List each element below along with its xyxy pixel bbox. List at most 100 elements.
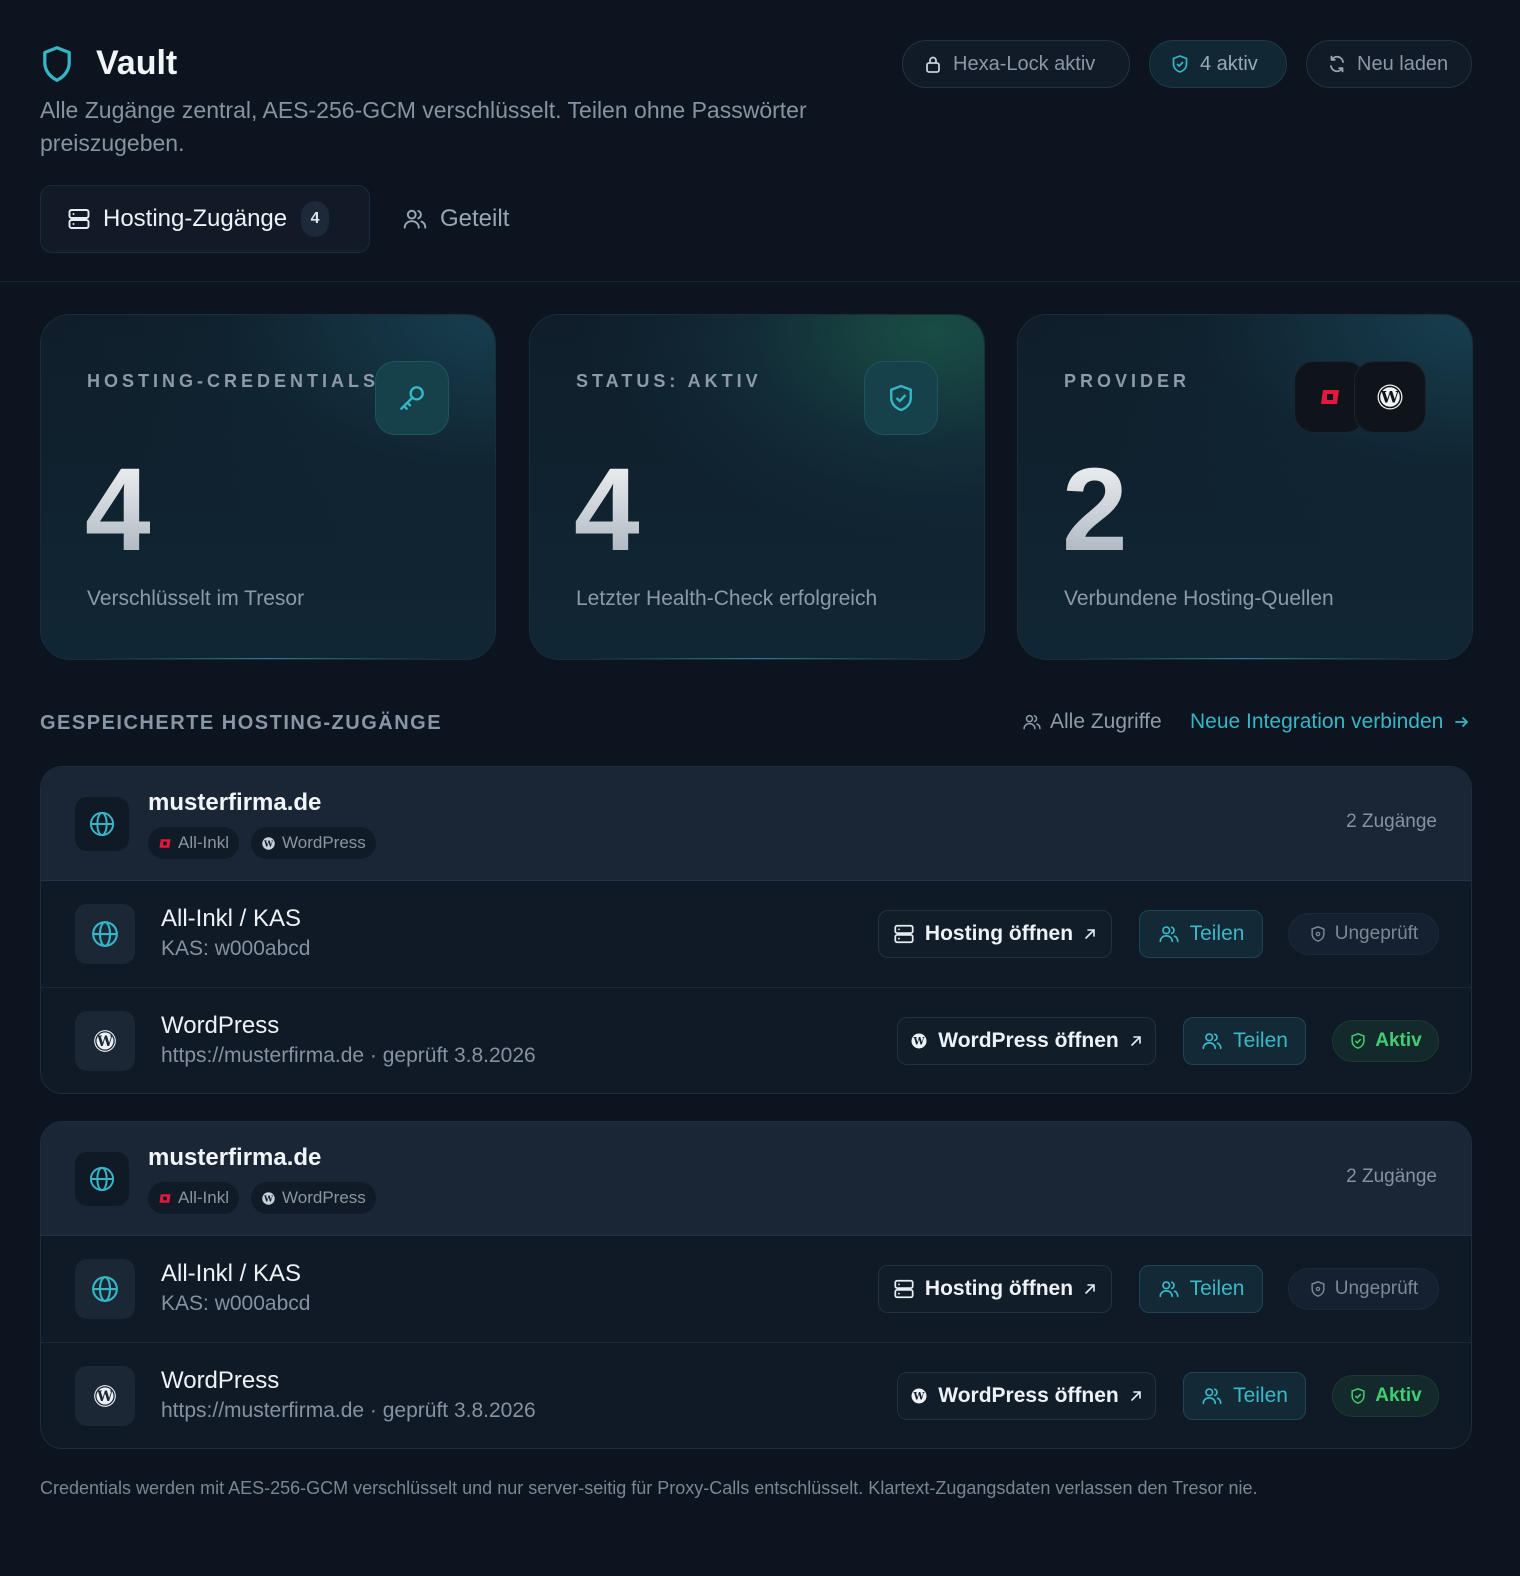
new-integration-link[interactable]: Neue Integration verbinden	[1190, 710, 1471, 734]
hexa-lock-label: Hexa-Lock aktiv	[953, 52, 1096, 75]
tag-wordpress: W WordPress	[251, 827, 376, 859]
stat-card-credentials: HOSTING-CREDENTIALS 4 Verschlüsselt im T…	[40, 314, 496, 660]
page-title: Vault	[96, 44, 178, 82]
status-badge: Aktiv	[1332, 1020, 1439, 1062]
stat-label: STATUS: AKTIV	[576, 371, 762, 391]
group-domain: musterfirma.de	[148, 1144, 322, 1171]
share-button[interactable]: Teilen	[1183, 1017, 1306, 1065]
share-button[interactable]: Teilen	[1139, 1265, 1263, 1313]
status-badge: Ungeprüft	[1288, 913, 1439, 955]
globe-icon	[75, 904, 135, 964]
svg-text:W: W	[913, 1391, 926, 1402]
wordpress-icon: W	[262, 836, 275, 850]
tab-hosting-count: 4	[301, 201, 330, 237]
item-subtitle: KAS: w000abcd	[161, 937, 311, 960]
footer-note: Credentials werden mit AES-256-GCM versc…	[40, 1478, 1258, 1498]
arrow-up-right-icon	[1083, 927, 1097, 941]
key-icon	[375, 361, 449, 435]
arrow-up-right-icon	[1083, 1282, 1097, 1296]
tab-geteilt[interactable]: Geteilt	[402, 185, 509, 253]
arrow-right-icon	[1453, 713, 1471, 731]
svg-text:W: W	[913, 1036, 926, 1047]
open-hosting-button[interactable]: Hosting öffnen	[878, 910, 1112, 958]
tab-hosting-zugaenge[interactable]: Hosting-Zugänge 4	[40, 185, 370, 253]
all-access-link[interactable]: Alle Zugriffe	[1022, 710, 1162, 734]
users-icon	[402, 206, 428, 232]
server-icon	[67, 207, 91, 231]
svg-text:W: W	[96, 1389, 113, 1405]
users-icon	[1201, 1030, 1223, 1052]
globe-icon	[75, 1152, 129, 1206]
allinkl-icon	[159, 1193, 171, 1203]
svg-text:W: W	[96, 1034, 113, 1050]
item-title: All-Inkl / KAS	[161, 1260, 302, 1287]
refresh-icon	[1327, 54, 1347, 74]
active-count-label: 4 aktiv	[1200, 52, 1258, 75]
top-header: Vault Alle Zugänge zentral, AES-256-GCM …	[0, 0, 1520, 282]
item-title: WordPress	[161, 1012, 280, 1039]
brand: Vault	[40, 44, 177, 83]
share-button[interactable]: Teilen	[1139, 910, 1263, 958]
group-count: 2 Zugänge	[1346, 1166, 1437, 1187]
shield-icon	[40, 45, 74, 83]
stat-card-status: STATUS: AKTIV 4 Letzter Health-Check erf…	[529, 314, 985, 660]
group-domain: musterfirma.de	[148, 789, 322, 816]
users-icon	[1158, 1278, 1180, 1300]
svg-text:W: W	[263, 838, 274, 848]
globe-icon	[75, 1259, 135, 1319]
group-header[interactable]: musterfirma.de All-Inkl W WordPress 2 Zug…	[41, 1122, 1471, 1236]
open-wordpress-button[interactable]: W WordPress öffnen	[897, 1017, 1156, 1065]
allinkl-icon	[159, 838, 171, 848]
stat-description: Verbundene Hosting-Quellen	[1064, 587, 1334, 610]
shield-check-icon	[1349, 1032, 1367, 1050]
hosting-group: musterfirma.de All-Inkl W WordPress 2 Zug…	[40, 766, 1472, 1094]
shield-question-icon	[1309, 1280, 1327, 1298]
shield-check-icon	[1170, 54, 1190, 74]
stat-description: Verschlüsselt im Tresor	[87, 587, 305, 610]
svg-text:W: W	[263, 1193, 274, 1203]
server-icon	[893, 923, 915, 945]
all-access-label: Alle Zugriffe	[1050, 710, 1162, 733]
share-button[interactable]: Teilen	[1183, 1372, 1306, 1420]
arrow-up-right-icon	[1129, 1389, 1143, 1403]
item-subtitle: KAS: w000abcd	[161, 1292, 311, 1315]
open-hosting-button[interactable]: Hosting öffnen	[878, 1265, 1112, 1313]
hexa-lock-badge[interactable]: Hexa-Lock aktiv	[902, 40, 1130, 88]
list-item: W WordPress https://musterfirma.de · gep…	[41, 988, 1471, 1093]
stat-description: Letzter Health-Check erfolgreich	[576, 587, 878, 610]
section-title: GESPEICHERTE HOSTING-ZUGÄNGE	[40, 712, 443, 734]
wordpress-icon: W	[75, 1011, 135, 1071]
active-count-badge[interactable]: 4 aktiv	[1149, 40, 1287, 88]
users-icon	[1201, 1385, 1223, 1407]
page-subtitle: Alle Zugänge zentral, AES-256-GCM versch…	[40, 97, 807, 156]
tag-wordpress: W WordPress	[251, 1182, 376, 1214]
status-badge: Aktiv	[1332, 1375, 1439, 1417]
group-header[interactable]: musterfirma.de All-Inkl W WordPress 2 Zug…	[41, 767, 1471, 881]
wordpress-icon: W	[262, 1191, 275, 1205]
wordpress-icon: W	[75, 1366, 135, 1426]
reload-button[interactable]: Neu laden	[1306, 40, 1472, 88]
tag-allinkl: All-Inkl	[148, 827, 240, 859]
item-subtitle: https://musterfirma.de · geprüft 3.8.202…	[161, 1044, 536, 1067]
tab-geteilt-label: Geteilt	[440, 205, 510, 232]
reload-label: Neu laden	[1357, 52, 1449, 75]
users-icon	[1022, 712, 1042, 732]
open-wordpress-button[interactable]: W WordPress öffnen	[897, 1372, 1156, 1420]
wordpress-icon: W	[910, 1387, 928, 1405]
stat-value: 4	[574, 435, 640, 585]
stat-value: 2	[1062, 435, 1128, 585]
status-badge: Ungeprüft	[1288, 1268, 1439, 1310]
shield-question-icon	[1309, 925, 1327, 943]
lock-icon	[923, 54, 943, 74]
list-item: All-Inkl / KAS KAS: w000abcd Hosting öff…	[41, 881, 1471, 988]
tag-allinkl: All-Inkl	[148, 1182, 240, 1214]
arrow-up-right-icon	[1129, 1034, 1143, 1048]
users-icon	[1158, 923, 1180, 945]
shield-check-icon	[1349, 1387, 1367, 1405]
list-item: W WordPress https://musterfirma.de · gep…	[41, 1343, 1471, 1448]
hosting-group: musterfirma.de All-Inkl W WordPress 2 Zug…	[40, 1121, 1472, 1449]
wordpress-icon: W	[1354, 361, 1426, 433]
svg-text:W: W	[1380, 388, 1400, 407]
globe-icon	[75, 797, 129, 851]
item-subtitle: https://musterfirma.de · geprüft 3.8.202…	[161, 1399, 536, 1422]
